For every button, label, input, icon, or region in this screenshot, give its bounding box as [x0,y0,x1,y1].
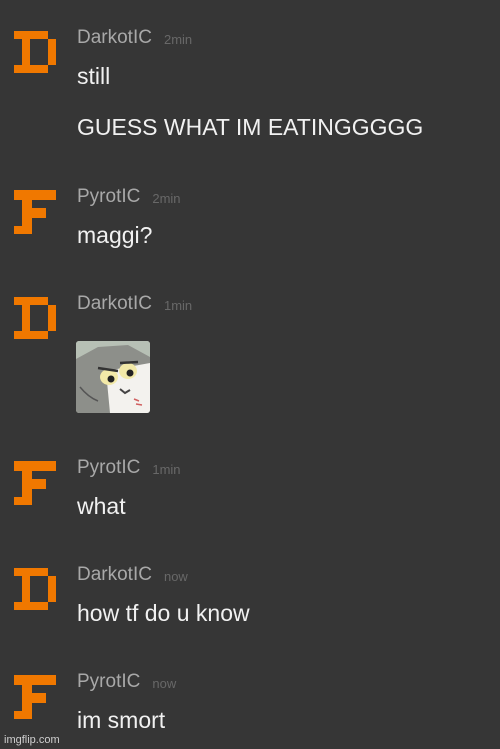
timestamp: 2min [152,191,181,206]
timestamp: now [163,569,188,584]
cartoon-cat-meme-image[interactable] [76,341,150,413]
message-header: PyrotIC 2min [77,186,181,209]
username[interactable]: PyrotIC [77,671,140,692]
message-header: PyrotIC now [77,671,176,694]
orange-pixel-F-icon[interactable] [12,459,58,505]
username[interactable]: PyrotIC [77,186,140,207]
username[interactable]: DarkotIC [77,293,152,314]
message-text: GUESS WHAT IM EATINGGGGG [77,114,424,140]
username[interactable]: DarkotIC [77,564,152,585]
message-text: what [77,493,126,519]
username[interactable]: PyrotIC [77,457,140,478]
message-header: DarkotIC 1min [77,293,192,316]
message-header: PyrotIC 1min [77,457,181,480]
imgflip-watermark: imgflip.com [4,734,60,746]
message-text: maggi? [77,222,153,248]
timestamp: 1min [152,462,181,477]
username[interactable]: DarkotIC [77,27,152,48]
message-header: DarkotIC 2min [77,27,192,50]
orange-pixel-D-icon[interactable] [12,295,58,341]
message-text: how tf do u know [77,600,250,626]
orange-pixel-D-icon[interactable] [12,566,58,612]
message-header: DarkotIC now [77,564,188,587]
timestamp: 2min [163,32,193,47]
timestamp: 1min [163,298,193,313]
orange-pixel-F-icon[interactable] [12,673,58,719]
message-text: im smort [77,707,166,733]
orange-pixel-D-icon[interactable] [12,29,58,75]
message-text: still [77,63,111,89]
timestamp: now [152,676,177,691]
orange-pixel-F-icon[interactable] [12,188,58,234]
